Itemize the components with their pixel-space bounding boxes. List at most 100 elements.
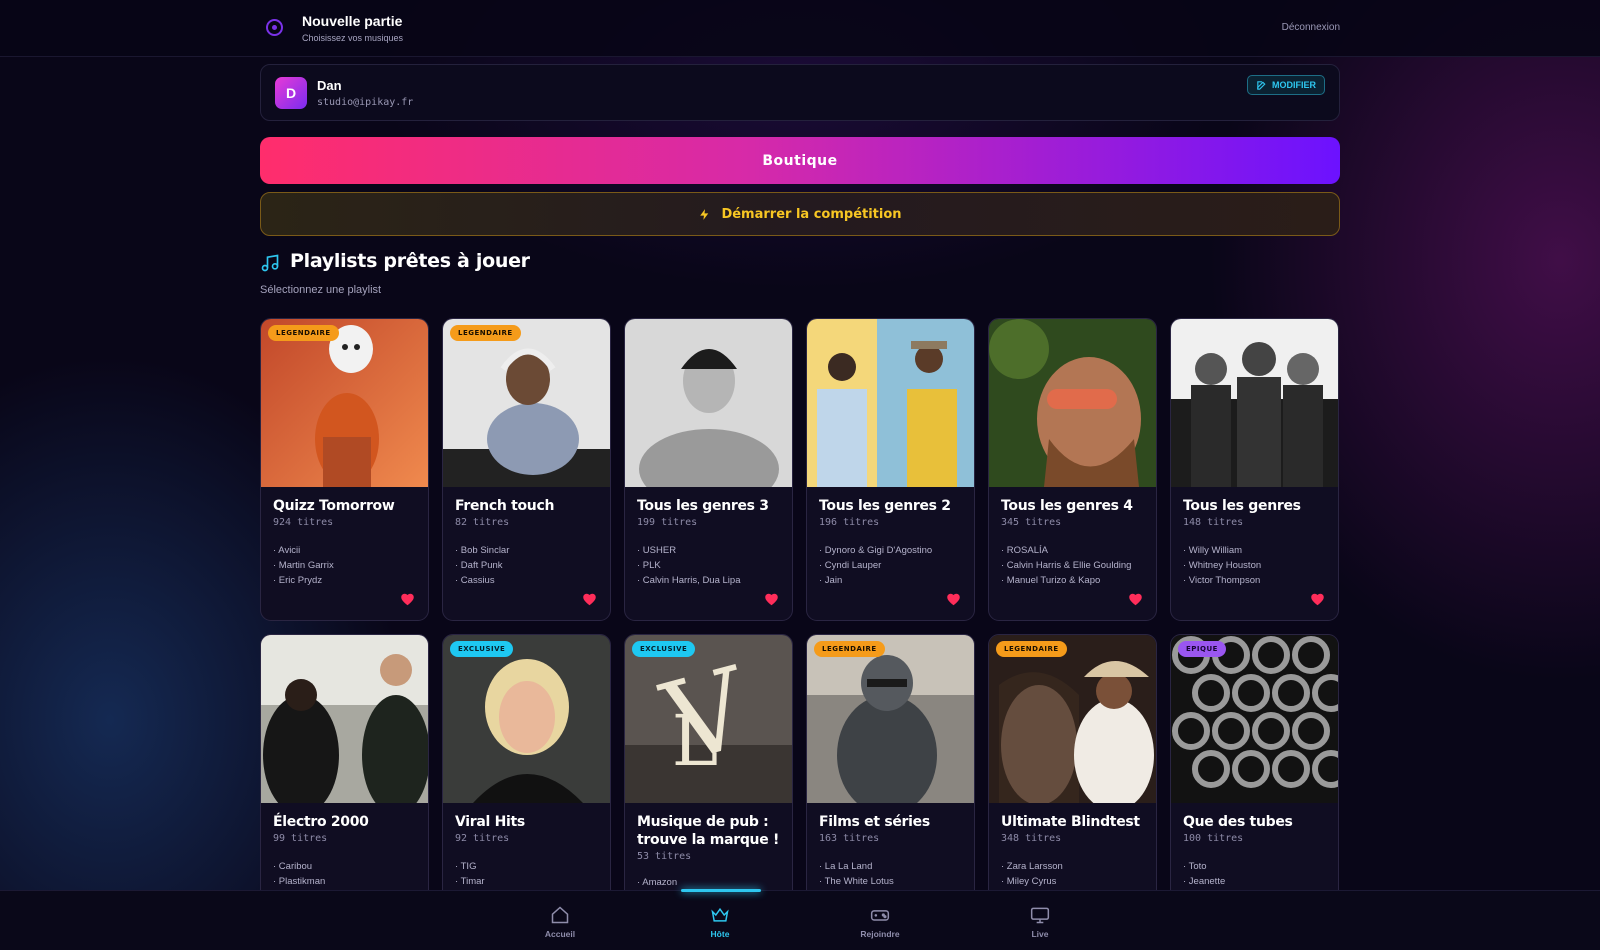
artist-item: · Amazon bbox=[637, 877, 678, 888]
artist-list: · ROSALÍA · Calvin Harris & Ellie Gouldi… bbox=[1001, 543, 1131, 588]
heart-icon[interactable] bbox=[764, 592, 779, 606]
home-icon bbox=[551, 906, 569, 924]
playlist-cover bbox=[443, 319, 610, 487]
track-count: 924 titres bbox=[273, 517, 334, 528]
nav-live[interactable]: Live bbox=[1000, 905, 1080, 939]
artist-item: · Whitney Houston bbox=[1183, 560, 1262, 571]
avatar: D bbox=[275, 77, 307, 109]
rarity-badge: LEGENDAIRE bbox=[814, 641, 885, 657]
lightning-icon bbox=[700, 208, 709, 220]
track-count: 345 titres bbox=[1001, 517, 1062, 528]
artist-item: · Jeanette bbox=[1183, 876, 1226, 887]
playlist-cover bbox=[1171, 635, 1338, 803]
start-competition-button[interactable]: Démarrer la compétition bbox=[260, 192, 1340, 236]
artist-item: · USHER bbox=[637, 545, 677, 556]
track-count: 196 titres bbox=[819, 517, 880, 528]
playlist-card[interactable]: Tous les genres 2 196 titres · Dynoro & … bbox=[806, 318, 975, 621]
artist-item: · Dynoro & Gigi D'Agostino bbox=[819, 545, 933, 556]
artist-item: · ROSALÍA bbox=[1001, 545, 1048, 556]
playlist-title: French touch bbox=[455, 498, 555, 514]
artist-item: · Victor Thompson bbox=[1183, 575, 1261, 586]
artist-item: · The White Lotus bbox=[819, 876, 894, 887]
crown-icon bbox=[711, 907, 729, 922]
artist-list: · Zara Larsson · Miley Cyrus bbox=[1001, 859, 1063, 889]
edit-icon bbox=[1257, 80, 1266, 90]
heart-icon[interactable] bbox=[400, 592, 415, 606]
playlist-cover bbox=[807, 319, 974, 487]
artist-item: · Eric Prydz bbox=[273, 575, 323, 586]
playlist-cover bbox=[625, 319, 792, 487]
track-count: 199 titres bbox=[637, 517, 698, 528]
artist-item: · Cyndi Lauper bbox=[819, 560, 882, 571]
nav-join[interactable]: Rejoindre bbox=[840, 905, 920, 939]
artist-item: · Willy William bbox=[1183, 545, 1243, 556]
playlist-title: Tous les genres 4 bbox=[1001, 498, 1133, 514]
artist-item: · La La Land bbox=[819, 861, 873, 872]
heart-icon[interactable] bbox=[1310, 592, 1325, 606]
artist-list: · USHER · PLK · Calvin Harris, Dua Lipa bbox=[637, 543, 740, 588]
music-note-icon bbox=[261, 254, 279, 272]
artist-item: · Zara Larsson bbox=[1001, 861, 1063, 872]
artist-item: · PLK bbox=[637, 560, 661, 571]
playlist-title: Musique de pub : trouve la marque ! bbox=[637, 814, 780, 848]
user-card: D Dan studio@ipikay.fr MODIFIER bbox=[260, 64, 1340, 121]
shop-button-label: Boutique bbox=[762, 152, 838, 169]
nav-host[interactable]: Hôte bbox=[680, 905, 760, 939]
track-count: 92 titres bbox=[455, 833, 510, 844]
gamepad-icon bbox=[870, 910, 890, 921]
edit-profile-button[interactable]: MODIFIER bbox=[1247, 75, 1325, 95]
artist-item: · Martin Garrix bbox=[273, 560, 334, 571]
artist-item: · Calvin Harris, Dua Lipa bbox=[637, 575, 741, 586]
playlist-title: Tous les genres bbox=[1183, 498, 1301, 514]
page-subtitle: Choisissez vos musiques bbox=[302, 33, 404, 43]
artist-item: · Jain bbox=[819, 575, 843, 586]
edit-profile-label: MODIFIER bbox=[1272, 80, 1316, 90]
artist-item: · Daft Punk bbox=[455, 560, 503, 571]
logout-link[interactable]: Déconnexion bbox=[1282, 22, 1340, 33]
playlist-grid: LEGENDAIRE Quizz Tomorrow 924 titres · A… bbox=[260, 318, 1340, 937]
artist-item: · Plastikman bbox=[273, 876, 326, 887]
artist-list: · Bob Sinclar · Daft Punk · Cassius bbox=[455, 543, 509, 588]
user-name: Dan bbox=[317, 78, 342, 93]
artist-item: · Miley Cyrus bbox=[1001, 876, 1057, 887]
active-tab-indicator bbox=[681, 889, 761, 892]
heart-icon[interactable] bbox=[1128, 592, 1143, 606]
playlist-cover bbox=[807, 635, 974, 803]
monitor-icon bbox=[1030, 907, 1050, 924]
artist-item: · TIG bbox=[455, 861, 477, 872]
track-count: 82 titres bbox=[455, 517, 510, 528]
playlist-title: Films et séries bbox=[819, 814, 930, 830]
artist-list: · La La Land · The White Lotus bbox=[819, 859, 894, 889]
artist-list: · Amazon bbox=[637, 875, 677, 890]
playlist-cover bbox=[1171, 319, 1338, 487]
artist-item: · Toto bbox=[1183, 861, 1207, 872]
playlist-title: Tous les genres 2 bbox=[819, 498, 951, 514]
playlist-card[interactable]: Tous les genres 4 345 titres · ROSALÍA ·… bbox=[988, 318, 1157, 621]
artist-list: · Caribou · Plastikman bbox=[273, 859, 325, 889]
artist-list: · Toto · Jeanette bbox=[1183, 859, 1225, 889]
track-count: 53 titres bbox=[637, 851, 692, 862]
playlist-title: Viral Hits bbox=[455, 814, 525, 830]
nav-home[interactable]: Accueil bbox=[520, 905, 600, 939]
record-icon bbox=[266, 19, 283, 36]
track-count: 148 titres bbox=[1183, 517, 1244, 528]
rarity-badge: EXCLUSIVE bbox=[632, 641, 696, 657]
bottom-nav: Accueil Hôte Rejoindre Live bbox=[0, 889, 1600, 950]
playlist-card[interactable]: LEGENDAIRE Quizz Tomorrow 924 titres · A… bbox=[260, 318, 429, 621]
artist-item: · Manuel Turizo & Kapo bbox=[1001, 575, 1101, 586]
page-title: Nouvelle partie bbox=[302, 13, 403, 29]
artist-item: · Calvin Harris & Ellie Goulding bbox=[1001, 560, 1132, 571]
playlist-card[interactable]: Tous les genres 3 199 titres · USHER · P… bbox=[624, 318, 793, 621]
playlist-card[interactable]: LEGENDAIRE French touch 82 titres · Bob … bbox=[442, 318, 611, 621]
playlist-title: Électro 2000 bbox=[273, 814, 369, 830]
heart-icon[interactable] bbox=[946, 592, 961, 606]
playlist-cover bbox=[989, 635, 1156, 803]
playlist-title: Tous les genres 3 bbox=[637, 498, 769, 514]
playlist-cover bbox=[261, 319, 428, 487]
track-count: 99 titres bbox=[273, 833, 328, 844]
nav-label: Live bbox=[1031, 929, 1049, 939]
artist-list: · Avicii · Martin Garrix · Eric Prydz bbox=[273, 543, 334, 588]
heart-icon[interactable] bbox=[582, 592, 597, 606]
shop-button[interactable]: Boutique bbox=[260, 137, 1340, 184]
playlist-card[interactable]: Tous les genres 148 titres · Willy Willi… bbox=[1170, 318, 1339, 621]
